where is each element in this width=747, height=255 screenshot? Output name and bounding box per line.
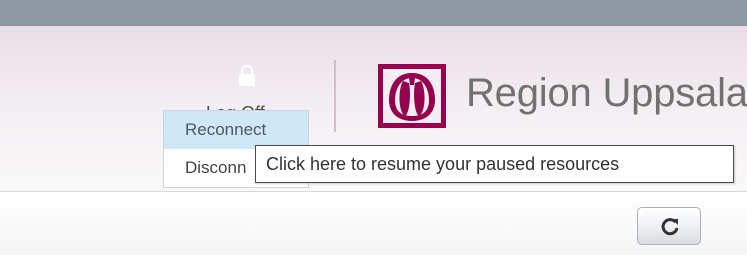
refresh-button[interactable] [637, 207, 701, 245]
toolbar [0, 191, 747, 255]
refresh-icon [661, 218, 679, 236]
top-strip [0, 0, 747, 26]
region-uppsala-logo: Region Uppsala [376, 62, 747, 130]
header-divider [334, 60, 336, 132]
region-uppsala-logo-icon [378, 64, 446, 128]
lock-icon [239, 64, 255, 86]
remote-desktop-web-page: Log Off Region Uppsala Reconnect Disconn… [0, 0, 747, 255]
menu-item-reconnect[interactable]: Reconnect [164, 111, 308, 149]
reconnect-tooltip: Click here to resume your paused resourc… [255, 145, 734, 183]
logo-text: Region Uppsala [466, 71, 747, 115]
